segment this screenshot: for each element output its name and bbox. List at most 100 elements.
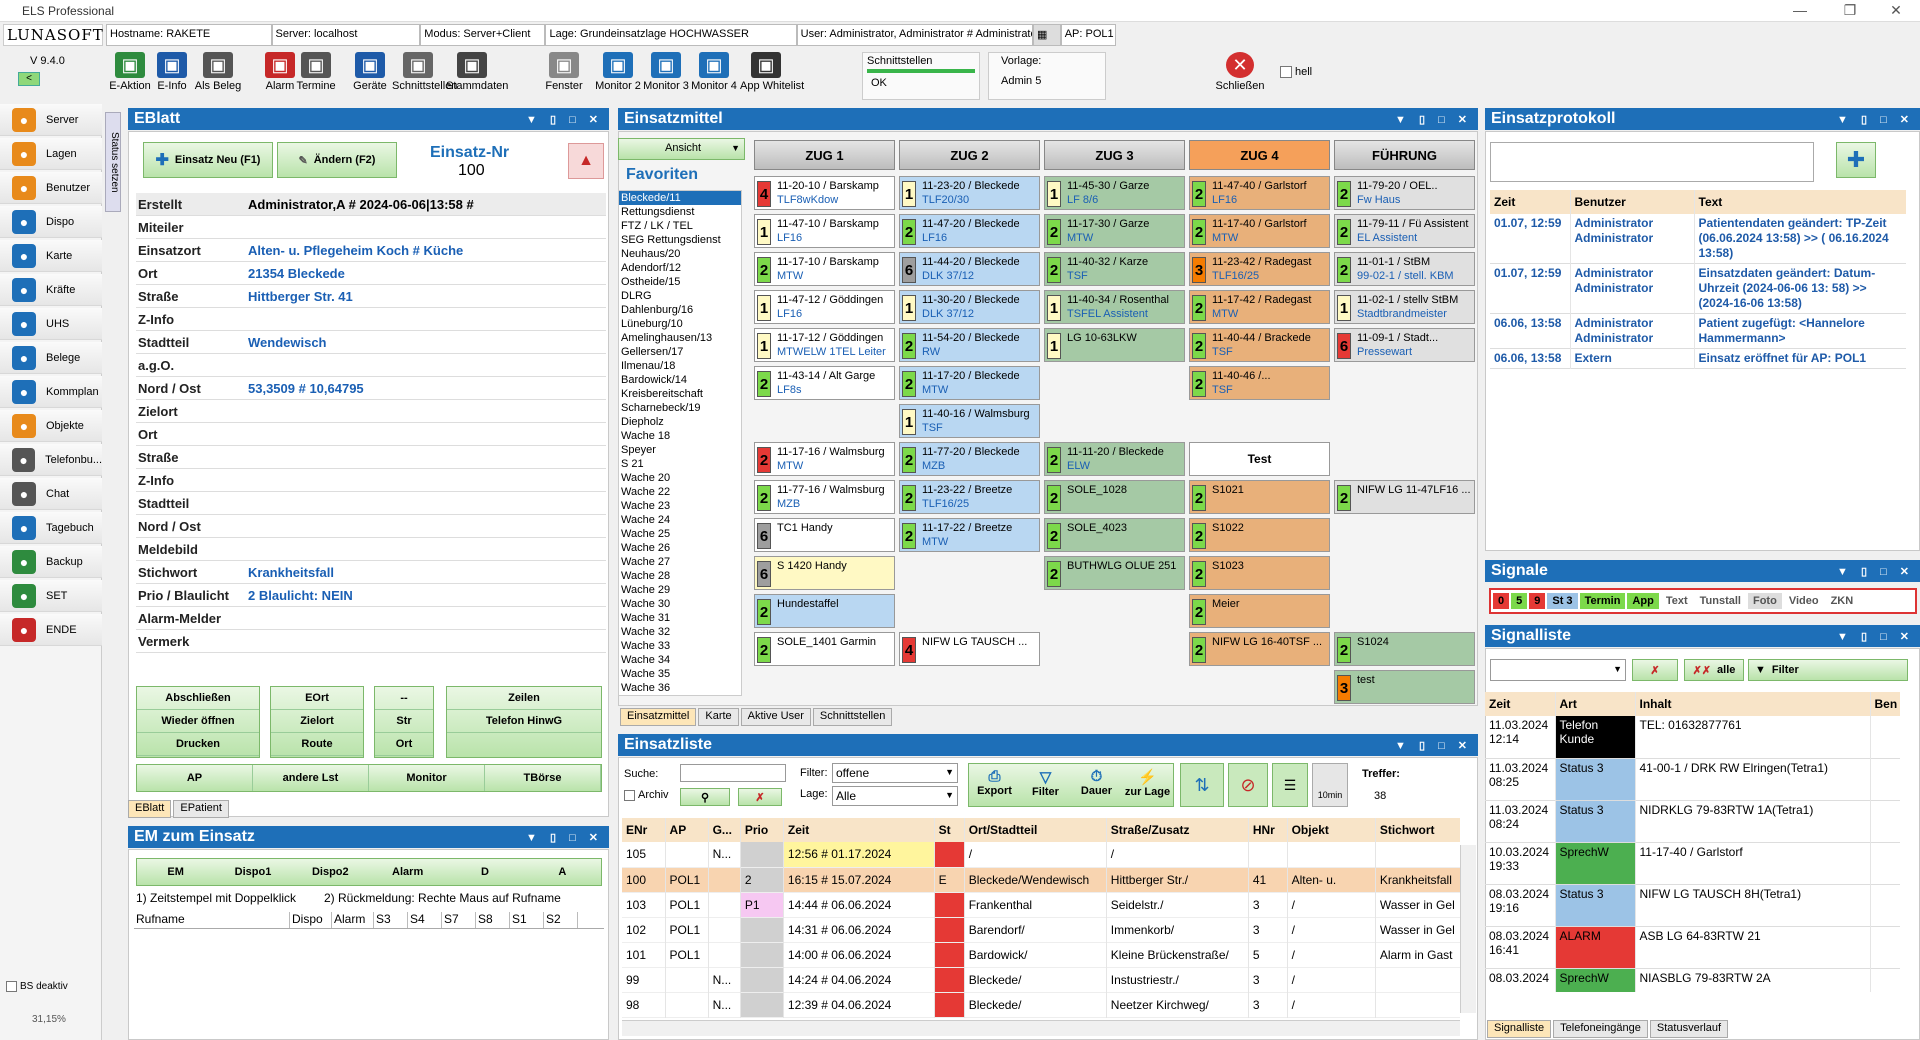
bottom-anderelst-button[interactable]: andere Lst	[253, 765, 369, 791]
ribbon-phone-button[interactable]: ▣ App Whitelist	[740, 52, 804, 92]
table-row[interactable]: 99 N... 14:24 # 04.06.2024 Bleckede/Instust…	[622, 967, 1460, 992]
unit-card[interactable]: 2 11-40-32 / Karze TSF	[1044, 252, 1185, 286]
sidebar-item-telefonbu[interactable]: ● Telefonbu...	[0, 444, 102, 476]
unit-card[interactable]: 2 11-11-20 / Bleckede ELW	[1044, 442, 1185, 476]
col-header[interactable]: Art	[1555, 692, 1636, 716]
unit-card[interactable]: 4 11-20-10 / Barskamp TLF8wKdow	[754, 176, 895, 210]
action--button[interactable]: --	[375, 687, 433, 710]
gruppe-item[interactable]: Wache 31	[619, 611, 741, 625]
em-em-button[interactable]: EM	[137, 859, 214, 885]
unit-card[interactable]: 2 11-17-20 / Bleckede MTW	[899, 366, 1040, 400]
form-row[interactable]: a.g.O.	[136, 354, 606, 377]
unit-card[interactable]: 1 11-47-10 / Barskamp LF16	[754, 214, 895, 248]
ribbon-interfaces-button[interactable]: ▣ Schnittstellen	[392, 52, 457, 92]
bs-toggle[interactable]: BS deaktiv	[6, 981, 68, 992]
em-col-header[interactable]: Alarm	[332, 912, 374, 928]
unit-card[interactable]: 2 11-40-44 / Brackede TSF	[1189, 328, 1330, 362]
unit-card[interactable]: 2 11-01-1 / StBM 99-02-1 / stell. KBM	[1334, 252, 1475, 286]
search-refresh-button[interactable]: ⚲	[680, 788, 730, 806]
action-drucken-button[interactable]: Drucken	[137, 733, 259, 756]
signal-chip[interactable]: Text	[1660, 593, 1693, 609]
panel-controls[interactable]: ▼ ▯ □ ✕	[1395, 739, 1472, 752]
col-header[interactable]: Objekt	[1287, 818, 1376, 842]
lage-select[interactable]: Alle ▼	[832, 786, 958, 806]
form-row[interactable]: Nord / Ost	[136, 515, 606, 538]
panel-controls[interactable]: ▼ ▯ □ ✕	[1837, 113, 1914, 126]
sidebar-item-backup[interactable]: ● Backup	[0, 546, 102, 578]
sidebar-item-belege[interactable]: ● Belege	[0, 342, 102, 374]
action-zielort-button[interactable]: Zielort	[271, 710, 363, 733]
ansicht-dropdown[interactable]: Ansicht ▼	[618, 138, 745, 160]
ribbon-monitor3-button[interactable]: ▣ Monitor 3	[640, 52, 692, 92]
gruppe-item[interactable]: Ostheide/15	[619, 275, 741, 289]
tab-eblatt[interactable]: EBlatt	[128, 800, 172, 818]
gruppe-item[interactable]: Wache 35	[619, 667, 741, 681]
table-row[interactable]: 100 POL1 2 16:15 # 15.07.2024 E Bleckede/Wend…	[622, 867, 1460, 892]
action-zeilen-button[interactable]: Zeilen	[447, 687, 601, 710]
delete-all-button[interactable]: ✗✗ alle	[1684, 659, 1744, 681]
table-row[interactable]: 06.06, 13:58 Extern Einsatz eröffnet für A…	[1490, 348, 1906, 369]
col-header[interactable]: G...	[708, 818, 741, 842]
gruppe-item[interactable]: Adendorf/12	[619, 261, 741, 275]
gruppe-item[interactable]: S 21	[619, 457, 741, 471]
signal-chip[interactable]: 9	[1529, 593, 1546, 609]
unit-card[interactable]: 2 SOLE_1028	[1044, 480, 1185, 514]
table-row[interactable]: 102 POL1 14:31 # 06.06.2024 Barendorf/Immen…	[622, 917, 1460, 942]
ribbon-monitor2-button[interactable]: ▣ Monitor 2	[592, 52, 644, 92]
gruppe-item[interactable]: Gellersen/17	[619, 345, 741, 359]
filter-button[interactable]: ▽ Filter	[1020, 764, 1071, 806]
gruppe-item[interactable]: Scharnebeck/19	[619, 401, 741, 415]
unit-card[interactable]: 2 S1023	[1189, 556, 1330, 590]
signal-select[interactable]: ▼	[1490, 659, 1626, 681]
col-header[interactable]: AP	[665, 818, 709, 842]
gruppe-item[interactable]: Wache 25	[619, 527, 741, 541]
panel-controls[interactable]: ▼ ▯ □ ✕	[526, 113, 603, 126]
col-header[interactable]: HNr	[1248, 818, 1288, 842]
form-row[interactable]: Ort 21354 Bleckede	[136, 262, 606, 285]
protokoll-input[interactable]	[1490, 142, 1814, 182]
zug-header[interactable]: ZUG 3	[1044, 140, 1185, 170]
tab-schnittstellen[interactable]: Schnittstellen	[812, 708, 893, 726]
unit-card[interactable]: 2 NIFW LG 16-40TSF ...	[1189, 632, 1330, 666]
archiv-checkbox[interactable]	[624, 789, 635, 801]
id-card-icon[interactable]: ▦	[1033, 24, 1061, 46]
bottom-ap-button[interactable]: AP	[137, 765, 253, 791]
form-row[interactable]: Straße Hittberger Str. 41	[136, 285, 606, 308]
gruppe-item[interactable]: Wache 20	[619, 471, 741, 485]
form-row[interactable]: Stadtteil	[136, 492, 606, 515]
signal-chip[interactable]: St 3	[1547, 593, 1578, 609]
sidebar-item-karte[interactable]: ● Karte	[0, 240, 102, 272]
unit-card[interactable]: 2 11-47-40 / Garlstorf LF16	[1189, 176, 1330, 210]
add-entry-button[interactable]: ✚	[1836, 142, 1876, 178]
export-button[interactable]: ⎙ Export	[969, 764, 1020, 806]
form-row[interactable]: Stichwort Krankheitsfall	[136, 561, 606, 584]
tab-signalliste[interactable]: Signalliste	[1487, 1020, 1552, 1038]
sidebar-item-lagen[interactable]: ● Lagen	[0, 138, 102, 170]
em-dispo1-button[interactable]: Dispo1	[214, 859, 291, 885]
col-header[interactable]: ENr	[622, 818, 666, 842]
form-row[interactable]: Meldebild	[136, 538, 606, 561]
lock-icon[interactable]: ▲	[568, 143, 604, 179]
table-row[interactable]: 11.03.2024 12:14 Telefon Kunde TEL: 016328…	[1485, 716, 1900, 758]
schliessen-button[interactable]: ✕ Schließen	[1214, 52, 1266, 92]
gruppe-item[interactable]: FTZ / LK / TEL	[619, 219, 741, 233]
panel-controls[interactable]: ▼ ▯ □ ✕	[1837, 630, 1914, 643]
gruppe-item[interactable]: Wache 29	[619, 583, 741, 597]
table-row[interactable]: 11.03.2024 08:25 Status 3 41-00-1 / DRK RW…	[1485, 758, 1900, 800]
table-row[interactable]: 103 POL1 P1 14:44 # 06.06.2024 Frankenthal Se…	[622, 892, 1460, 917]
em-alarm-button[interactable]: Alarm	[369, 859, 446, 885]
tab-epatient[interactable]: EPatient	[173, 800, 229, 818]
gruppe-item[interactable]: DLRG	[619, 289, 741, 303]
unit-card[interactable]: 2 S1024	[1334, 632, 1475, 666]
em-col-header[interactable]: S8	[476, 912, 510, 928]
bs-checkbox[interactable]	[6, 981, 17, 992]
unit-card[interactable]: 1 11-30-20 / Bleckede DLK 37/12	[899, 290, 1040, 324]
sidebar-item-kräfte[interactable]: ● Kräfte	[0, 274, 102, 306]
signal-chip[interactable]: Termin	[1579, 593, 1626, 609]
form-row[interactable]: Erstellt Administrator,A # 2024-06-06|13:…	[136, 193, 606, 216]
col-header[interactable]: Text	[1694, 190, 1906, 214]
unit-card[interactable]: 2 11-79-20 / OEL.. Fw Haus	[1334, 176, 1475, 210]
form-row[interactable]: Ort	[136, 423, 606, 446]
action-str-button[interactable]: Str	[375, 710, 433, 733]
col-header[interactable]: St	[934, 818, 965, 842]
